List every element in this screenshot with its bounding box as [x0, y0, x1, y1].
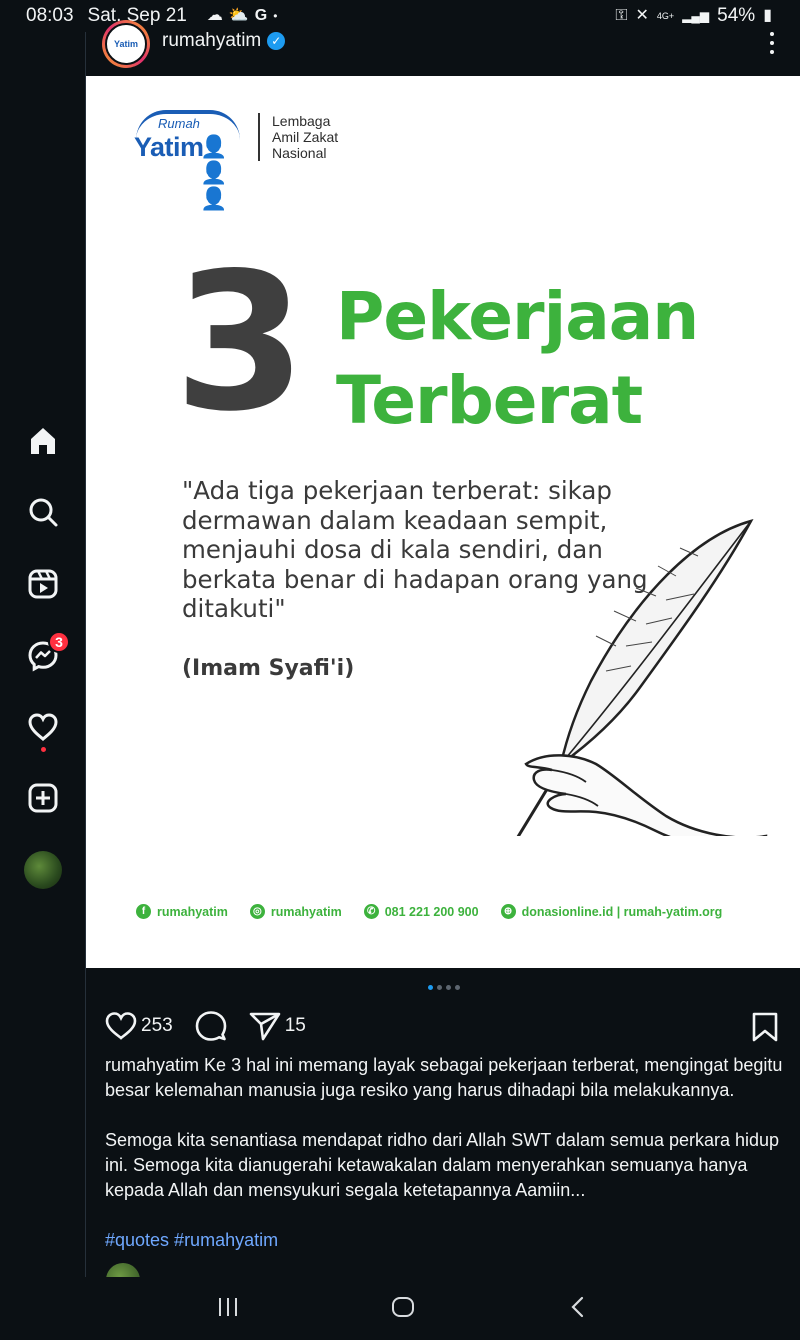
signal-icon: ▂▄▆ [682, 9, 710, 23]
big-number: 3 [174, 232, 306, 453]
activity-heart-icon[interactable] [24, 708, 62, 752]
create-post-icon[interactable] [24, 779, 62, 817]
back-icon[interactable] [568, 1296, 588, 1323]
weather-icon: ⛅ [228, 7, 249, 24]
logo-org-line1: Lembaga [272, 113, 331, 129]
footer-instagram-text: rumahyatim [270, 904, 342, 919]
share-count: 15 [284, 1015, 306, 1036]
comment-icon [195, 1011, 227, 1041]
footer-instagram: ◎ rumahyatim [249, 904, 342, 919]
like-count: 253 [141, 1015, 173, 1036]
verified-badge-icon: ✓ [267, 32, 286, 50]
caption-paragraph-1: rumahyatim Ke 3 hal ini memang layak seb… [105, 1053, 785, 1103]
logo-org-text: Lembaga Amil Zakat Nasional [272, 113, 338, 161]
author-username[interactable]: rumahyatim ✓ [162, 30, 286, 52]
more-options-icon[interactable] [766, 32, 778, 54]
logo-org-line3: Nasional [272, 145, 327, 161]
globe-icon: ⊕ [500, 904, 516, 919]
network-type: 4G+ [656, 11, 675, 21]
footer-facebook: f rumahyatim [136, 904, 228, 919]
mute-icon: ✕ [635, 7, 649, 24]
facebook-icon: f [136, 904, 151, 919]
share-button[interactable]: 15 [249, 1011, 306, 1041]
messages-badge: 3 [48, 631, 70, 653]
google-icon: G [254, 7, 268, 24]
carousel-indicator [428, 985, 460, 990]
logo-yatim-text: Yatim [134, 132, 204, 162]
reels-icon[interactable] [24, 565, 62, 603]
footer-whatsapp: ✆ 081 221 200 900 [363, 904, 479, 919]
title-line-2: Terberat [336, 362, 643, 439]
more-notifications-icon: • [273, 9, 278, 23]
search-icon[interactable] [24, 493, 62, 531]
recent-apps-icon[interactable] [217, 1296, 239, 1323]
username-text: rumahyatim [162, 30, 262, 51]
logo-org-line2: Amil Zakat [272, 129, 339, 145]
quill-hand-illustration [516, 519, 768, 836]
heart-icon [105, 1012, 137, 1040]
send-icon [249, 1012, 281, 1041]
post-header: Yatim rumahyatim ✓ [86, 20, 800, 76]
carousel-dot-active [428, 985, 433, 990]
carousel-dot [437, 985, 442, 990]
next-comment-avatar[interactable] [106, 1263, 140, 1277]
caption-paragraph-2: Semoga kita senantiasa mendapat ridho da… [105, 1130, 780, 1200]
battery-level: 54% [717, 5, 756, 26]
messenger-icon[interactable]: 3 [24, 631, 70, 675]
quote-author: (Imam Syafi'i) [182, 656, 355, 681]
home-icon[interactable] [24, 422, 62, 460]
cloud-icon: ☁ [206, 7, 223, 24]
instagram-icon: ◎ [249, 904, 265, 919]
battery-icon: ▮ [763, 7, 772, 24]
contact-footer: f rumahyatim ◎ rumahyatim ✆ 081 221 200 … [136, 904, 776, 919]
footer-web-text: donasionline.id | rumah-yatim.org [521, 904, 723, 919]
home-button-icon[interactable] [391, 1296, 415, 1323]
logo-rumah-text: Rumah [158, 116, 200, 131]
post-actions: 253 15 [105, 1008, 785, 1044]
save-bookmark-icon[interactable] [752, 1012, 778, 1047]
rumah-yatim-logo: Rumah Yatim 👤👤👤 Lembaga Amil Zakat Nasio… [134, 106, 338, 211]
post-image[interactable]: Rumah Yatim 👤👤👤 Lembaga Amil Zakat Nasio… [86, 76, 800, 968]
footer-facebook-text: rumahyatim [157, 904, 228, 919]
whatsapp-icon: ✆ [363, 904, 379, 919]
logo-children-icon: 👤👤👤 [200, 134, 227, 211]
like-button[interactable]: 253 [105, 1011, 173, 1041]
key-icon: ⚿ [615, 7, 628, 24]
author-avatar-logo: Yatim [105, 23, 147, 65]
logo-divider [258, 113, 260, 161]
caption-username[interactable]: rumahyatim [105, 1055, 199, 1075]
comment-button[interactable] [195, 1010, 227, 1042]
activity-dot [41, 747, 46, 752]
carousel-dot [446, 985, 451, 990]
author-avatar[interactable]: Yatim [102, 20, 150, 68]
footer-web: ⊕ donasionline.id | rumah-yatim.org [500, 904, 723, 919]
status-time: 08:03 [26, 5, 74, 26]
title-line-1: Pekerjaan [336, 278, 699, 355]
carousel-dot [455, 985, 460, 990]
logo-mark: Rumah Yatim 👤👤👤 [134, 106, 244, 211]
post-caption: rumahyatim Ke 3 hal ini memang layak seb… [105, 1053, 785, 1278]
footer-whatsapp-text: 081 221 200 900 [384, 904, 479, 919]
caption-hashtags[interactable]: #quotes #rumahyatim [105, 1228, 785, 1253]
caption-text-1: Ke 3 hal ini memang layak sebagai pekerj… [105, 1055, 783, 1100]
profile-avatar[interactable] [24, 851, 62, 889]
system-navigation-bar [0, 1277, 800, 1340]
